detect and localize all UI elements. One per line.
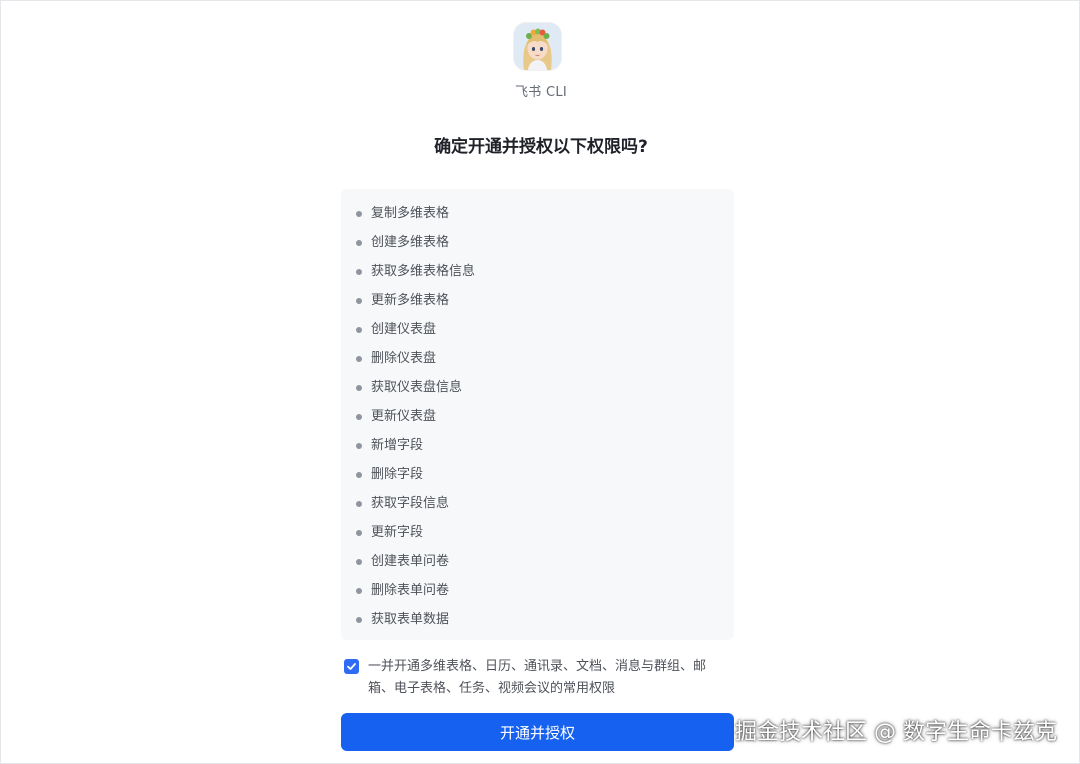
permission-label: 获取多维表格信息 (371, 264, 476, 279)
bullet-icon (356, 500, 362, 507)
permission-label: 创建仪表盘 (371, 322, 437, 337)
bullet-icon (356, 239, 362, 246)
permission-label: 创建表单问卷 (371, 554, 450, 569)
consent-row[interactable]: 一并开通多维表格、日历、通讯录、文档、消息与群组、邮箱、电子表格、任务、视频会议… (344, 656, 736, 700)
bullet-icon (356, 558, 362, 565)
permission-label: 删除表单问卷 (371, 583, 450, 598)
consent-checkbox[interactable] (344, 659, 359, 674)
bullet-icon (356, 268, 362, 275)
permission-label: 创建多维表格 (371, 235, 450, 250)
app-name: 飞书 CLI (514, 85, 568, 100)
open-and-authorize-button[interactable]: 开通并授权 (341, 713, 734, 751)
permission-label: 更新多维表格 (371, 293, 450, 308)
permission-label: 更新字段 (371, 525, 424, 540)
bullet-icon (356, 616, 362, 623)
permission-item: 删除字段 (341, 460, 734, 489)
permission-label: 获取表单数据 (371, 612, 450, 627)
permission-list: 复制多维表格 创建多维表格获取多维表格信息 更新多维表格 创建仪表盘删除仪表盘获取仪表… (341, 189, 734, 634)
permission-label: 删除字段 (371, 467, 424, 482)
bullet-icon (356, 413, 362, 420)
bullet-icon (356, 587, 362, 594)
permission-label: 更新仪表盘 (371, 409, 437, 424)
checkmark-icon (347, 663, 356, 670)
permission-label: 删除仪表盘 (371, 351, 437, 366)
bullet-icon (356, 326, 362, 333)
feishu-cli-avatar-icon (514, 23, 561, 70)
permission-item: 复制多维表格 (341, 199, 734, 228)
bullet-icon (356, 355, 362, 362)
permission-item: 删除仪表盘 (341, 344, 734, 373)
authorization-page: 飞书 CLI 确定开通并授权以下权限吗? 复制多维表格 创建多维表格获取多维表格信… (0, 0, 1080, 764)
dialog-title: 确定开通并授权以下权限吗? (434, 137, 648, 157)
permission-label: 获取仪表盘信息 (371, 380, 463, 395)
bullet-icon (356, 471, 362, 478)
permission-label: 复制多维表格 (371, 206, 450, 221)
permission-item: 更新字段 (341, 518, 734, 547)
consent-label: 一并开通多维表格、日历、通讯录、文档、消息与群组、邮箱、电子表格、任务、视频会议… (368, 659, 707, 696)
bullet-icon (356, 210, 362, 217)
permission-item: 创建表单问卷 (341, 547, 734, 576)
permission-label: 新增字段 (371, 438, 424, 453)
permission-item: 获取多维表格信息 (341, 257, 734, 286)
permission-item: 更新仪表盘 (341, 402, 734, 431)
permission-item: 新增字段 (341, 431, 734, 460)
permission-item: 获取表单数据 (341, 605, 734, 634)
permission-label: 获取字段信息 (371, 496, 450, 511)
permission-item: 获取字段信息 (341, 489, 734, 518)
permission-item: 创建仪表盘 (341, 315, 734, 344)
permission-item: 获取仪表盘信息 (341, 373, 734, 402)
permission-item: 创建多维表格 (341, 228, 734, 257)
permission-list-panel: 复制多维表格 创建多维表格获取多维表格信息 更新多维表格 创建仪表盘删除仪表盘获取仪表… (341, 189, 734, 640)
bullet-icon (356, 442, 362, 449)
permission-item: 删除表单问卷 (341, 576, 734, 605)
bullet-icon (356, 529, 362, 536)
bullet-icon (356, 384, 362, 391)
watermark: 掘金技术社区 @ 数字生命卡兹克 (735, 720, 1057, 745)
permission-item: 更新多维表格 (341, 286, 734, 315)
bullet-icon (356, 297, 362, 304)
